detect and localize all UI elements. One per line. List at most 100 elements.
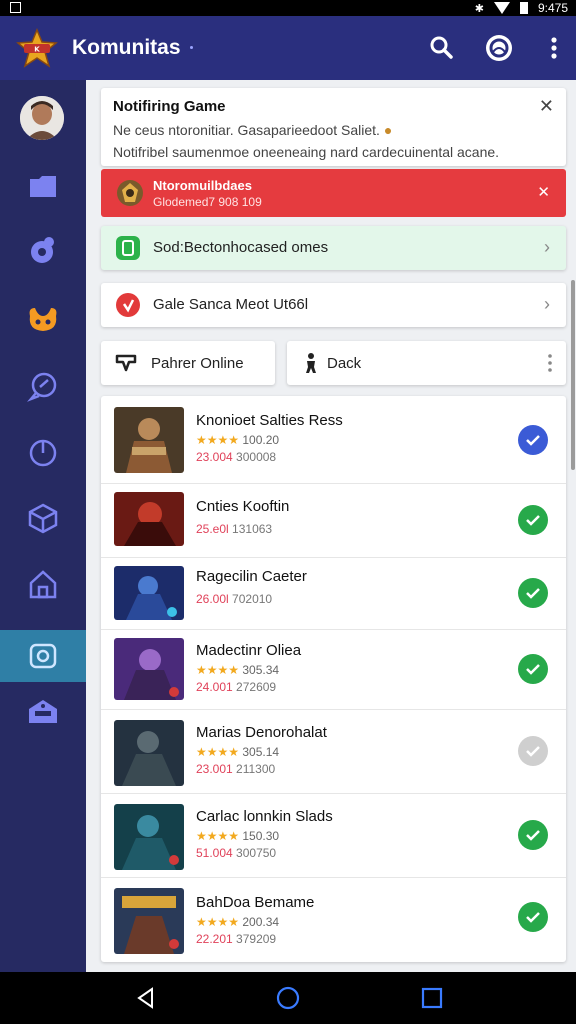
checkmark: [526, 588, 540, 599]
store-icon: [29, 700, 57, 723]
chat-icon: [27, 372, 57, 402]
game-title: Cnties Kooftin: [196, 498, 290, 515]
scrollbar[interactable]: [571, 280, 575, 470]
list-item[interactable]: Knonioet Salties Ress ★★★★ 100.20 23.004…: [101, 396, 566, 484]
notification-icon: [10, 2, 21, 13]
phone-icon: [116, 236, 140, 260]
game-title: Knonioet Salties Ress: [196, 412, 343, 429]
bluetooth-icon: ✱: [474, 2, 484, 15]
game-title: Marias Denorohalat: [196, 724, 327, 741]
sidebar-item-cube[interactable]: [0, 492, 86, 544]
game-rating: ★★★★ 150.30: [196, 829, 279, 843]
game-thumbnail: [114, 566, 184, 620]
check-icon[interactable]: [518, 505, 548, 535]
search-icon[interactable]: [426, 32, 458, 64]
check-icon[interactable]: [518, 654, 548, 684]
list-item[interactable]: Cnties Kooftin 25.e0l 131063: [101, 484, 566, 558]
rating-value: 100.20: [242, 433, 280, 447]
sidebar-item-folder[interactable]: [0, 160, 86, 212]
notification-line-2: Notifribel saumenmoe oneeneaing nard car…: [113, 144, 500, 160]
checkmark: [526, 664, 540, 675]
rating-value: 305.14: [242, 745, 280, 759]
rating-value: 150.30: [242, 829, 280, 843]
game-stats: 23.001 211300: [196, 762, 276, 776]
check-icon[interactable]: [518, 902, 548, 932]
game-thumbnail: [114, 492, 184, 546]
game-stats: 23.004 300008: [196, 450, 277, 464]
game-rating: ★★★★ 305.34: [196, 663, 279, 677]
person-icon: [306, 353, 316, 373]
rating-value: 305.34: [242, 663, 280, 677]
check-icon[interactable]: [518, 820, 548, 850]
alert-subtitle: Glodemed7 908 109: [153, 195, 262, 209]
game-rating: ★★★★ 100.20: [196, 433, 279, 447]
back-icon[interactable]: [134, 986, 158, 1010]
battery-icon: [519, 2, 528, 14]
alert-close-icon[interactable]: ✕: [537, 183, 550, 201]
status-time: 9:475: [537, 1, 568, 15]
game-thumbnail: [114, 720, 184, 786]
notification-line-1: Ne ceus ntoronitiar. Gasaparieedoot Sali…: [113, 122, 393, 138]
status-bar: ✱ 9:475: [0, 0, 576, 16]
game-list: Knonioet Salties Ress ★★★★ 100.20 23.004…: [101, 396, 566, 962]
list-row-green[interactable]: Sod:Bectonhocased omes ›: [101, 226, 566, 270]
dack-button[interactable]: Dack: [287, 341, 566, 385]
alert-banner[interactable]: Ntoromuilbdaes Glodemed7 908 109 ✕: [101, 169, 566, 217]
alert-game-icon: [117, 180, 143, 206]
game-rating: ★★★★ 200.34: [196, 915, 279, 929]
rating-stars: ★★★★: [196, 829, 240, 843]
rating-stars: ★★★★: [196, 663, 240, 677]
rating-value: 200.34: [242, 915, 280, 929]
sidebar-item-paw[interactable]: [0, 292, 86, 344]
check-icon[interactable]: [518, 578, 548, 608]
close-icon[interactable]: ✕: [539, 96, 554, 117]
row-label: Sod:Bectonhocased omes: [153, 239, 329, 256]
sidebar-item-store[interactable]: [0, 686, 86, 738]
sidebar-item-controller[interactable]: [0, 224, 86, 276]
rating-stars: ★★★★: [196, 433, 240, 447]
list-row-white[interactable]: Gale Sanca Meot Ut66l ›: [101, 283, 566, 327]
game-thumbnail: [114, 804, 184, 870]
checkmark: [526, 435, 540, 446]
check-icon[interactable]: [518, 736, 548, 766]
pill-label: Pahrer Online: [151, 355, 244, 372]
game-title: BahDoa Bemame: [196, 894, 315, 911]
game-stats: 51.004 300750: [196, 846, 277, 860]
game-stats: 22.201 379209: [196, 932, 277, 946]
sidebar-item-camera[interactable]: [0, 630, 86, 682]
controller-icon: [31, 237, 54, 263]
title-dot: [190, 46, 193, 49]
wifi-icon: [493, 2, 510, 14]
controller-outline-icon: [115, 354, 137, 372]
sidebar-item-power[interactable]: [0, 426, 86, 478]
palette-icon: ●: [383, 122, 393, 138]
sidebar-item-chat[interactable]: [0, 360, 86, 412]
list-item[interactable]: Carlac lonnkin Slads ★★★★ 150.30 51.004 …: [101, 794, 566, 878]
game-stats: 25.e0l 131063: [196, 522, 273, 536]
cube-icon: [28, 503, 58, 534]
home-circle-icon[interactable]: [276, 986, 300, 1010]
game-stats: 24.001 272609: [196, 680, 277, 694]
recents-icon[interactable]: [420, 986, 444, 1010]
partner-online-button[interactable]: Pahrer Online: [101, 341, 275, 385]
list-item[interactable]: Ragecilin Caeter 26.00l 702010: [101, 558, 566, 630]
game-title: Ragecilin Caeter: [196, 568, 307, 585]
list-item[interactable]: BahDoa Bemame ★★★★ 200.34 22.201 379209: [101, 878, 566, 962]
power-icon: [29, 439, 57, 467]
alert-title: Ntoromuilbdaes: [153, 178, 252, 193]
app-bar: K Komunitas: [0, 16, 576, 80]
check-icon[interactable]: [518, 425, 548, 455]
main-content: Notifiring Game ✕ Ne ceus ntoronitiar. G…: [86, 80, 576, 972]
avatar[interactable]: [20, 96, 64, 140]
list-item[interactable]: Madectinr Oliea ★★★★ 305.34 24.001 27260…: [101, 630, 566, 710]
sidebar-item-home[interactable]: [0, 558, 86, 610]
camera-icon: [29, 643, 57, 669]
game-thumbnail: [114, 888, 184, 954]
game-thumbnail: [114, 407, 184, 473]
more-vert-icon[interactable]: [538, 32, 570, 64]
rating-stars: ★★★★: [196, 915, 240, 929]
home-icon: [29, 570, 57, 599]
list-item[interactable]: Marias Denorohalat ★★★★ 305.14 23.001 21…: [101, 710, 566, 794]
more-vert-icon[interactable]: [548, 353, 552, 373]
account-icon[interactable]: [483, 32, 515, 64]
